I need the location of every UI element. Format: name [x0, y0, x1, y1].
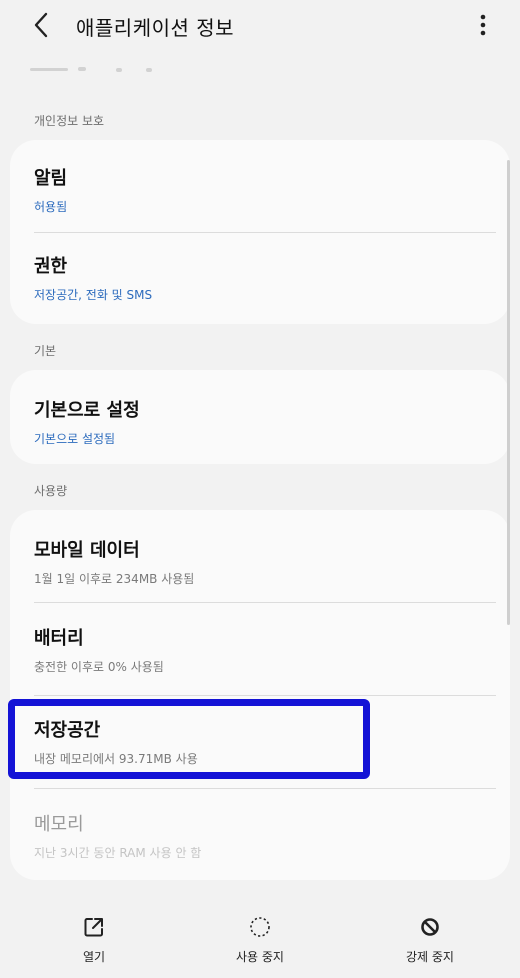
- item-subtitle: 충전한 이후로 0% 사용됨: [34, 660, 164, 674]
- disable-button[interactable]: 사용 중지: [200, 916, 320, 976]
- highlight-annotation-box: [8, 699, 370, 779]
- force-stop-label: 강제 중지: [406, 950, 454, 964]
- scrollbar[interactable]: [507, 160, 510, 625]
- section-label-default: 기본: [34, 344, 57, 358]
- card-privacy: 알림 허용됨 권한 저장공간, 전화 및 SMS: [10, 140, 510, 324]
- list-item-permissions[interactable]: 권한 저장공간, 전화 및 SMS: [34, 252, 494, 303]
- scrolled-content-remnant: [30, 60, 190, 76]
- card-usage: 모바일 데이터 1월 1일 이후로 234MB 사용됨 배터리 충전한 이후로 …: [10, 510, 510, 880]
- back-button[interactable]: [26, 8, 56, 42]
- divider: [34, 695, 496, 696]
- item-subtitle: 저장공간, 전화 및 SMS: [34, 288, 153, 302]
- disable-label: 사용 중지: [236, 950, 284, 964]
- item-title: 기본으로 설정: [34, 400, 140, 421]
- dashed-circle-icon: [250, 917, 270, 937]
- item-subtitle: 1월 1일 이후로 234MB 사용됨: [34, 572, 195, 586]
- item-title: 배터리: [34, 628, 84, 649]
- open-button[interactable]: 열기: [34, 916, 154, 976]
- section-label-privacy: 개인정보 보호: [34, 114, 105, 128]
- open-label: 열기: [82, 950, 106, 964]
- list-item-notifications[interactable]: 알림 허용됨: [34, 164, 494, 215]
- item-title: 메모리: [34, 814, 84, 835]
- app-bar: 애플리케이션 정보: [0, 0, 520, 50]
- item-title: 권한: [34, 256, 68, 277]
- divider: [34, 232, 496, 233]
- item-title: 알림: [34, 168, 68, 189]
- item-subtitle: 허용됨: [34, 200, 68, 214]
- open-external-icon: [84, 918, 103, 937]
- list-item-battery[interactable]: 배터리 충전한 이후로 0% 사용됨: [34, 624, 494, 675]
- item-subtitle: 지난 3시간 동안 RAM 사용 안 함: [34, 846, 202, 860]
- item-subtitle: 기본으로 설정됨: [34, 432, 116, 446]
- item-title: 모바일 데이터: [34, 540, 140, 561]
- list-item-memory[interactable]: 메모리 지난 3시간 동안 RAM 사용 안 함: [34, 810, 494, 861]
- bottom-action-bar: 열기 사용 중지 강제 중지: [0, 890, 520, 978]
- more-options-button[interactable]: [468, 8, 498, 42]
- stop-circle-icon: [421, 918, 439, 936]
- divider: [34, 788, 496, 789]
- card-default: 기본으로 설정 기본으로 설정됨: [10, 370, 510, 464]
- divider: [34, 602, 496, 603]
- chevron-left-icon: [34, 12, 48, 38]
- list-item-set-default[interactable]: 기본으로 설정 기본으로 설정됨: [34, 396, 494, 447]
- page-title: 애플리케이션 정보: [76, 16, 235, 40]
- more-vertical-icon: [480, 14, 486, 36]
- section-label-usage: 사용량: [34, 484, 68, 498]
- force-stop-button[interactable]: 강제 중지: [370, 916, 490, 976]
- list-item-mobile-data[interactable]: 모바일 데이터 1월 1일 이후로 234MB 사용됨: [34, 536, 494, 587]
